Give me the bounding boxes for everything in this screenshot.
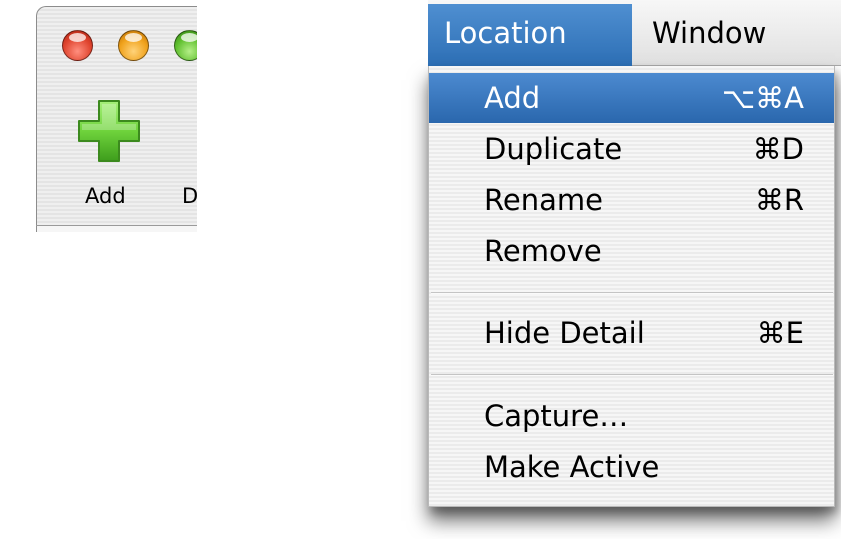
menu-item-label: Capture…: [484, 399, 629, 433]
window-content-edge: [37, 226, 197, 232]
menu-window[interactable]: Window: [634, 4, 782, 66]
menu-item-label: Remove: [484, 234, 602, 268]
add-toolbar-label[interactable]: Add: [85, 186, 126, 207]
menu-item-make-active[interactable]: Make Active: [429, 442, 834, 492]
add-icon[interactable]: [76, 98, 142, 164]
menu-item-label: Make Active: [484, 450, 660, 484]
next-toolbar-label[interactable]: D: [182, 186, 197, 207]
menu-item-shortcut: ⌘D: [752, 132, 804, 166]
menu-item-shortcut: ⌥⌘A: [721, 81, 804, 115]
minimize-window-button[interactable]: [118, 30, 149, 61]
menu-item-rename[interactable]: Rename ⌘R: [429, 175, 834, 225]
menu-location[interactable]: Location: [428, 4, 632, 66]
menu-item-label: Hide Detail: [484, 316, 645, 350]
menu-item-label: Rename: [484, 183, 603, 217]
menu-item-remove[interactable]: Remove: [429, 226, 834, 276]
menu-item-shortcut: ⌘R: [754, 183, 804, 217]
window-toolbar-crop: Add D: [0, 0, 197, 232]
menu-item-label: Add: [484, 81, 541, 115]
menu-separator: [431, 374, 833, 376]
menu-item-capture[interactable]: Capture…: [429, 391, 834, 441]
zoom-window-button[interactable]: [174, 30, 197, 61]
menu-separator: [431, 292, 833, 294]
menu-item-add[interactable]: Add ⌥⌘A: [429, 73, 834, 123]
menu-item-hide-detail[interactable]: Hide Detail ⌘E: [429, 308, 834, 358]
menu-item-duplicate[interactable]: Duplicate ⌘D: [429, 124, 834, 174]
menu-item-shortcut: ⌘E: [756, 316, 804, 350]
menu-item-label: Duplicate: [484, 132, 623, 166]
location-dropdown-menu: Add ⌥⌘A Duplicate ⌘D Rename ⌘R Remove Hi…: [428, 66, 835, 507]
menu-bar: Location Window: [428, 0, 841, 66]
close-window-button[interactable]: [62, 30, 93, 61]
